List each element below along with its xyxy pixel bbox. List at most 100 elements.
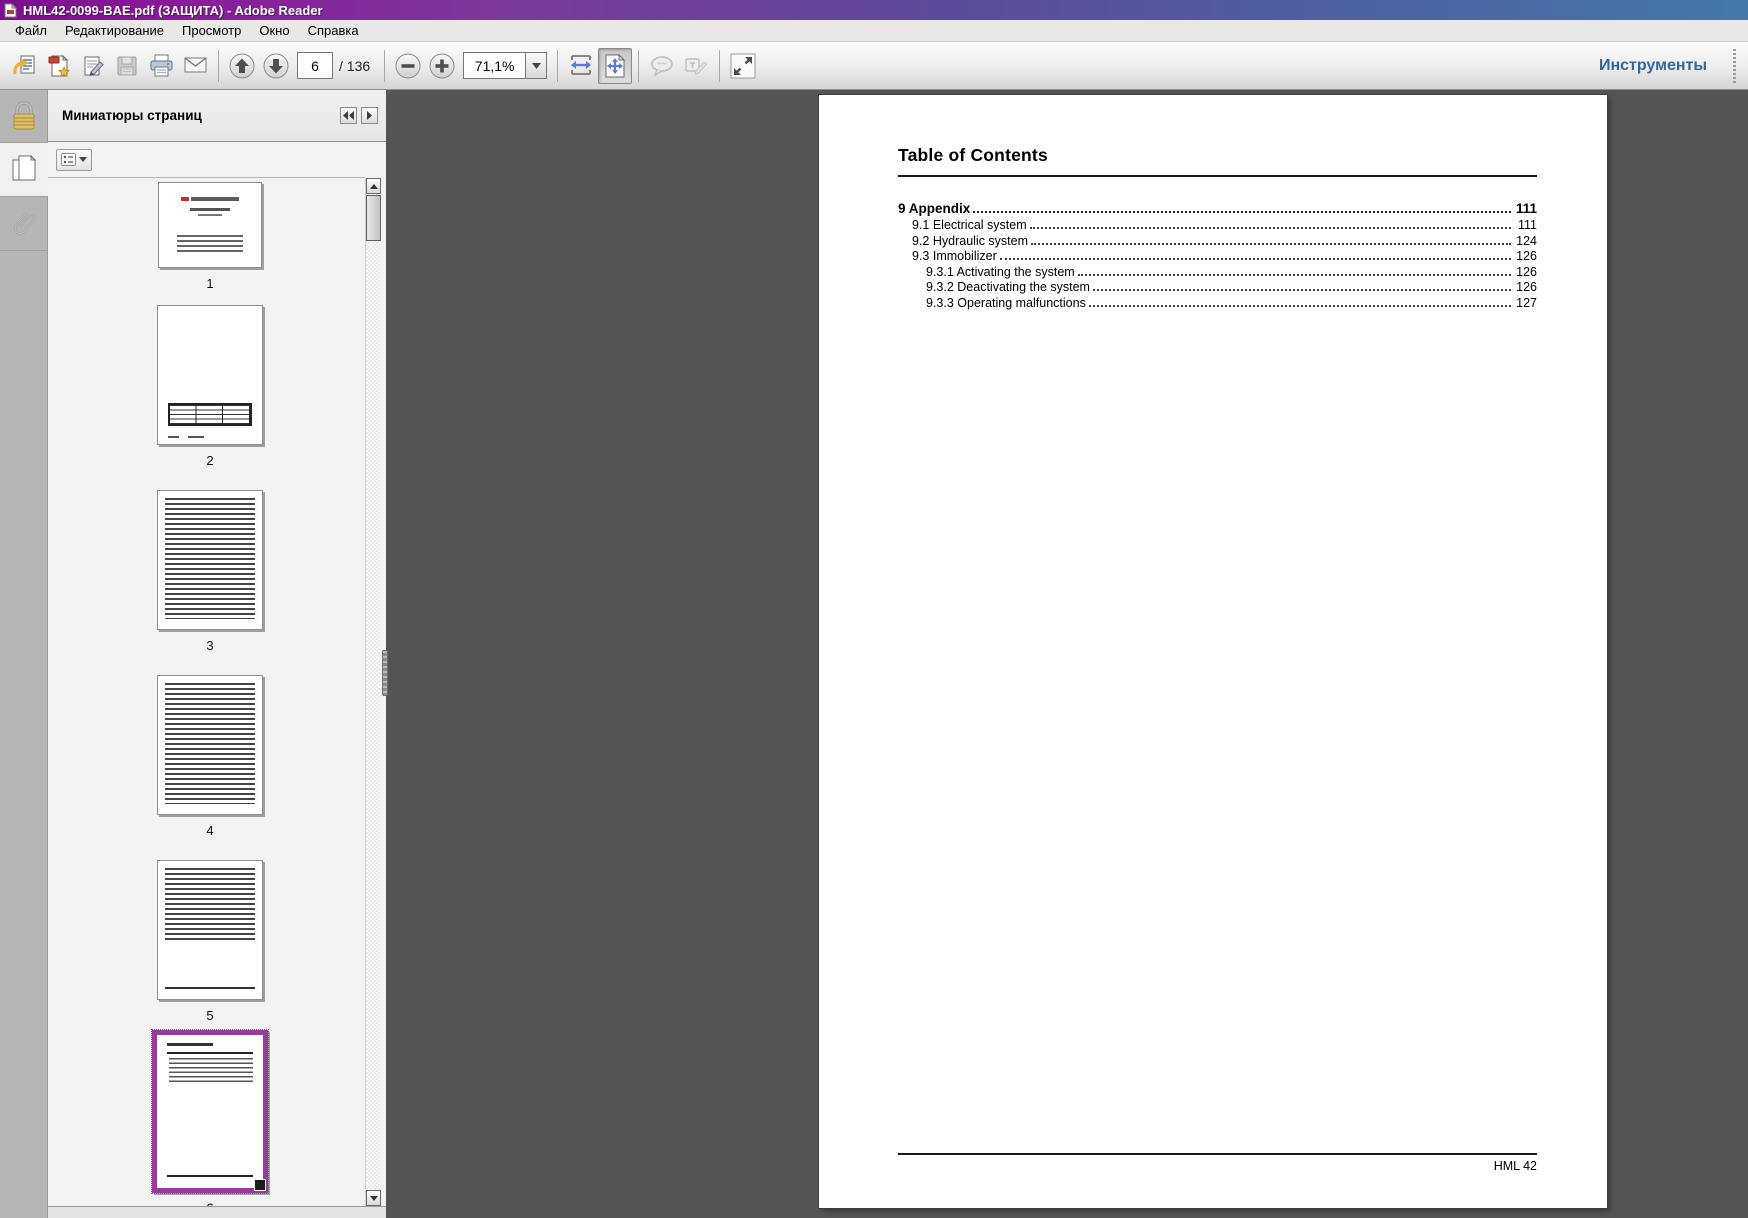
fullscreen-button[interactable] xyxy=(726,48,760,84)
save-icon xyxy=(114,53,140,79)
panel-scrollbar[interactable] xyxy=(365,178,380,1206)
selection-handle[interactable] xyxy=(254,1179,266,1191)
zoom-level-input[interactable] xyxy=(463,52,525,79)
thumbnail-page-3[interactable] xyxy=(157,490,263,630)
sign-pen-icon xyxy=(80,53,106,79)
thumbnail-page-4[interactable] xyxy=(157,675,263,815)
thumbnail-page-6-selected[interactable] xyxy=(152,1030,268,1193)
footer-rule xyxy=(898,1153,1537,1155)
menu-file[interactable]: Файл xyxy=(6,21,56,40)
toolbar-separator xyxy=(384,50,385,82)
security-status[interactable] xyxy=(0,90,48,143)
tools-label: Инструменты xyxy=(1599,57,1707,75)
text-markup-icon xyxy=(682,52,710,80)
toc-leader-dots xyxy=(973,211,1511,213)
adobe-reader-window: HML42-0099-BAE.pdf (ЗАЩИТА) - Adobe Read… xyxy=(0,0,1748,1218)
navigation-rail xyxy=(0,90,48,1218)
toc-entry-appendix[interactable]: 9 Appendix 111 xyxy=(898,201,1537,218)
fit-width-button[interactable] xyxy=(564,48,598,84)
page-up-icon xyxy=(228,52,256,80)
thumbnails-panel: Миниатюры страниц xyxy=(48,90,386,1218)
scroll-down-button[interactable] xyxy=(366,1190,381,1206)
chevron-down-icon xyxy=(79,157,87,162)
expand-panel-button[interactable] xyxy=(361,107,378,124)
zoom-out-button[interactable] xyxy=(391,48,425,84)
sign-button[interactable] xyxy=(76,48,110,84)
tools-grip-icon xyxy=(1733,49,1736,83)
menu-edit[interactable]: Редактирование xyxy=(56,21,173,40)
document-canvas[interactable]: Table of Contents 9 Appendix 111 9.1 Ele… xyxy=(386,90,1748,1218)
thumbnail-page-2[interactable] xyxy=(157,305,263,445)
attachments-tab[interactable] xyxy=(0,197,48,251)
toolbar-separator xyxy=(557,50,558,82)
menu-help[interactable]: Справка xyxy=(299,21,368,40)
comment-button[interactable] xyxy=(645,48,679,84)
toc-entry-deactivating[interactable]: 9.3.2 Deactivating the system 126 xyxy=(898,280,1537,296)
thumbnail-label-2: 2 xyxy=(110,453,310,468)
toc-entry-activating[interactable]: 9.3.1 Activating the system 126 xyxy=(898,265,1537,281)
thumbnail-list: 1 2 3 4 xyxy=(48,178,365,1206)
toc-entry-immobilizer[interactable]: 9.3 Immobilizer 126 xyxy=(898,249,1537,265)
email-button[interactable] xyxy=(178,48,212,84)
list-options-icon xyxy=(61,153,76,166)
heading-rule xyxy=(898,175,1537,177)
chevron-right-icon xyxy=(366,111,373,120)
zoom-level-combo xyxy=(463,52,547,79)
panel-options-row xyxy=(48,142,365,178)
triangle-down-icon xyxy=(370,1196,378,1201)
tools-panel-toggle[interactable]: Инструменты xyxy=(1599,42,1740,89)
menu-window[interactable]: Окно xyxy=(250,21,298,40)
fullscreen-icon xyxy=(729,52,757,80)
toc-entry-malfunctions[interactable]: 9.3.3 Operating malfunctions 127 xyxy=(898,296,1537,312)
title-bar[interactable]: HML42-0099-BAE.pdf (ЗАЩИТА) - Adobe Read… xyxy=(0,0,1748,20)
menu-bar: Файл Редактирование Просмотр Окно Справк… xyxy=(0,20,1748,42)
table-of-contents: 9 Appendix 111 9.1 Electrical system 111… xyxy=(898,201,1537,312)
print-button[interactable] xyxy=(144,48,178,84)
open-icon xyxy=(12,53,38,79)
scrollbar-thumb[interactable] xyxy=(366,195,381,241)
create-pdf-icon xyxy=(46,53,72,79)
zoom-out-icon xyxy=(394,52,422,80)
paperclip-icon xyxy=(8,206,40,242)
double-chevron-left-icon xyxy=(343,111,354,120)
panel-bottom-strip xyxy=(48,1206,386,1218)
print-icon xyxy=(148,52,175,79)
panel-resize-grip[interactable] xyxy=(382,650,388,696)
toc-leader-dots xyxy=(1078,274,1511,276)
page-footer: HML 42 xyxy=(898,1159,1537,1173)
page-thumbnails-tab[interactable] xyxy=(0,143,48,197)
toc-entry-electrical[interactable]: 9.1 Electrical system 111 xyxy=(898,218,1537,234)
thumbnails-panel-header: Миниатюры страниц xyxy=(48,90,386,142)
text-markup-button[interactable] xyxy=(679,48,713,84)
toc-leader-dots xyxy=(1089,305,1511,307)
pdf-page[interactable]: Table of Contents 9 Appendix 111 9.1 Ele… xyxy=(819,95,1607,1208)
triangle-up-icon xyxy=(370,184,378,189)
page-number-input[interactable] xyxy=(297,52,333,79)
fit-width-icon xyxy=(567,52,595,80)
next-page-button[interactable] xyxy=(259,48,293,84)
create-pdf-button[interactable] xyxy=(42,48,76,84)
zoom-in-button[interactable] xyxy=(425,48,459,84)
page-down-icon xyxy=(262,52,290,80)
pages-icon xyxy=(9,153,39,187)
thumb-logo-mark xyxy=(181,197,238,201)
thumbnail-page-5[interactable] xyxy=(157,860,263,1000)
content-area: Миниатюры страниц xyxy=(0,90,1748,1218)
thumbnail-label-4: 4 xyxy=(110,823,310,838)
open-button[interactable] xyxy=(8,48,42,84)
thumbnail-label-1: 1 xyxy=(110,276,310,291)
thumbnail-page-1[interactable] xyxy=(158,182,262,268)
fit-page-button[interactable] xyxy=(598,48,632,84)
toc-entry-hydraulic[interactable]: 9.2 Hydraulic system 124 xyxy=(898,234,1537,250)
lock-icon xyxy=(9,99,39,133)
thumbnail-options-button[interactable] xyxy=(56,149,92,171)
scroll-up-button[interactable] xyxy=(366,178,381,194)
toc-leader-dots xyxy=(1030,227,1511,229)
zoom-dropdown-button[interactable] xyxy=(525,52,547,79)
collapse-panel-button[interactable] xyxy=(340,107,357,124)
chevron-down-icon xyxy=(532,63,541,69)
thumbnail-label-5: 5 xyxy=(110,1008,310,1023)
menu-view[interactable]: Просмотр xyxy=(173,21,250,40)
previous-page-button[interactable] xyxy=(225,48,259,84)
save-button[interactable] xyxy=(110,48,144,84)
